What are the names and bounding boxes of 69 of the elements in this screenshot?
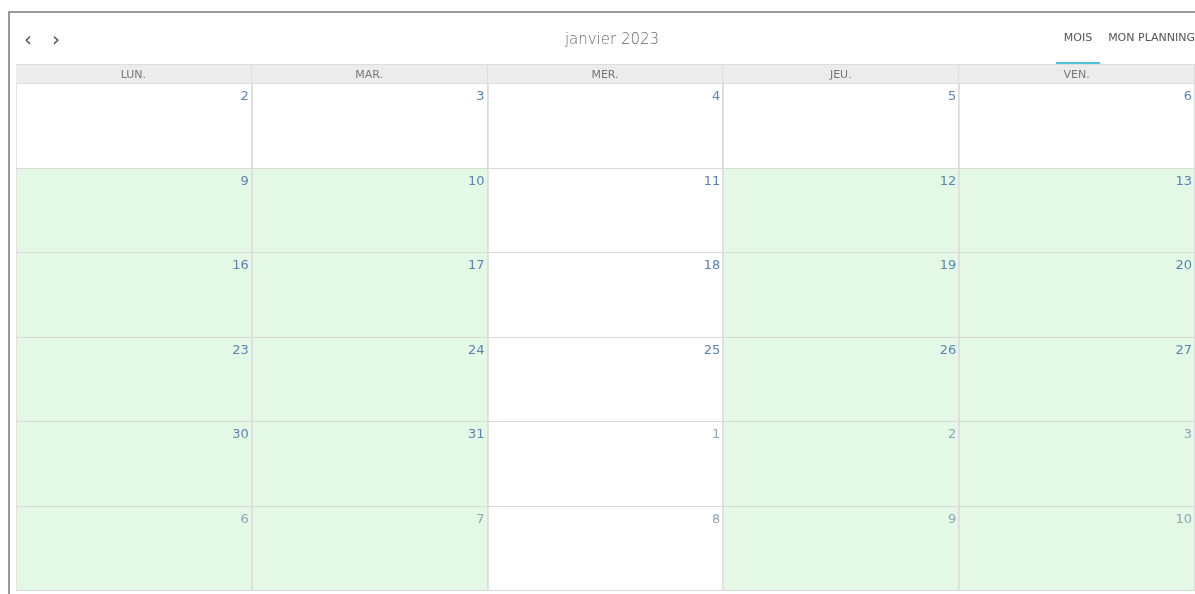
day-number: 27 (1175, 341, 1192, 357)
day-number: 17 (468, 257, 485, 272)
day-number: 9 (947, 510, 957, 526)
day-number: 26 (939, 341, 957, 357)
day-cell[interactable]: 30 (16, 422, 252, 507)
day-number: 13 (1175, 172, 1192, 188)
day-number: 31 (468, 426, 485, 441)
day-number: 6 (1183, 88, 1192, 103)
day-number: 24 (468, 341, 485, 357)
day-cell[interactable]: 9 (723, 506, 960, 591)
day-number: 5 (947, 88, 957, 103)
day-number: 7 (476, 510, 485, 526)
day-number: 8 (712, 510, 721, 526)
day-cell[interactable]: 6 (959, 84, 1195, 169)
day-number: 3 (476, 88, 485, 103)
day-cell[interactable]: 11 (487, 168, 724, 253)
day-cell[interactable]: 10 (959, 506, 1195, 591)
day-number: 12 (939, 172, 957, 188)
day-cell[interactable]: 2 (723, 422, 960, 507)
day-cell[interactable]: 6 (16, 506, 252, 591)
day-cell[interactable]: 16 (16, 253, 252, 338)
day-number: 9 (240, 172, 249, 188)
day-cell[interactable]: 25 (487, 337, 724, 422)
weekday-header: MER. (487, 64, 724, 84)
day-cell[interactable]: 18 (487, 253, 724, 338)
month-title: janvier 2023 (564, 29, 660, 48)
day-cell[interactable]: 12 (723, 168, 960, 253)
day-cell[interactable]: 8 (487, 506, 724, 591)
day-cell[interactable]: 3 (251, 84, 488, 169)
day-cell[interactable]: 31 (251, 422, 488, 507)
day-number: 23 (232, 341, 249, 357)
day-number: 20 (1175, 257, 1192, 272)
day-cell[interactable]: 2 (16, 84, 252, 169)
day-number: 30 (232, 426, 249, 441)
day-cell[interactable]: 7 (251, 506, 488, 591)
day-cell[interactable]: 26 (723, 337, 960, 422)
weekday-header: VEN. (959, 64, 1195, 84)
day-cell[interactable]: 5 (723, 84, 960, 169)
day-cell[interactable]: 27 (959, 337, 1195, 422)
day-cell[interactable]: 20 (959, 253, 1195, 338)
day-cell[interactable]: 9 (16, 168, 252, 253)
next-button[interactable]: › (44, 24, 68, 53)
day-number: 19 (939, 257, 957, 272)
day-cell[interactable]: 10 (251, 168, 488, 253)
weekday-header: LUN. (16, 64, 252, 84)
day-number: 2 (947, 426, 957, 441)
day-cell[interactable]: 13 (959, 168, 1195, 253)
day-cell[interactable]: 3 (959, 422, 1195, 507)
day-number: 3 (1183, 426, 1192, 441)
day-number: 16 (232, 257, 249, 272)
day-cell[interactable]: 19 (723, 253, 960, 338)
day-number: 18 (703, 257, 721, 272)
weekday-header: JEU. (723, 64, 960, 84)
view-tab[interactable]: MON PLANNING (1100, 13, 1195, 64)
weekday-header: MAR. (251, 64, 488, 84)
day-cell[interactable]: 17 (251, 253, 488, 338)
previous-button[interactable]: ‹ (16, 24, 40, 53)
day-number: 6 (240, 510, 249, 526)
day-number: 2 (240, 88, 249, 103)
day-number: 4 (712, 88, 721, 103)
day-cell[interactable]: 24 (251, 337, 488, 422)
day-cell[interactable]: 4 (487, 84, 724, 169)
day-number: 10 (468, 172, 485, 188)
day-number: 10 (1175, 510, 1192, 526)
day-number: 1 (712, 426, 721, 441)
day-number: 25 (703, 341, 721, 357)
day-number: 11 (703, 172, 721, 188)
day-cell[interactable]: 23 (16, 337, 252, 422)
day-cell[interactable]: 1 (487, 422, 724, 507)
